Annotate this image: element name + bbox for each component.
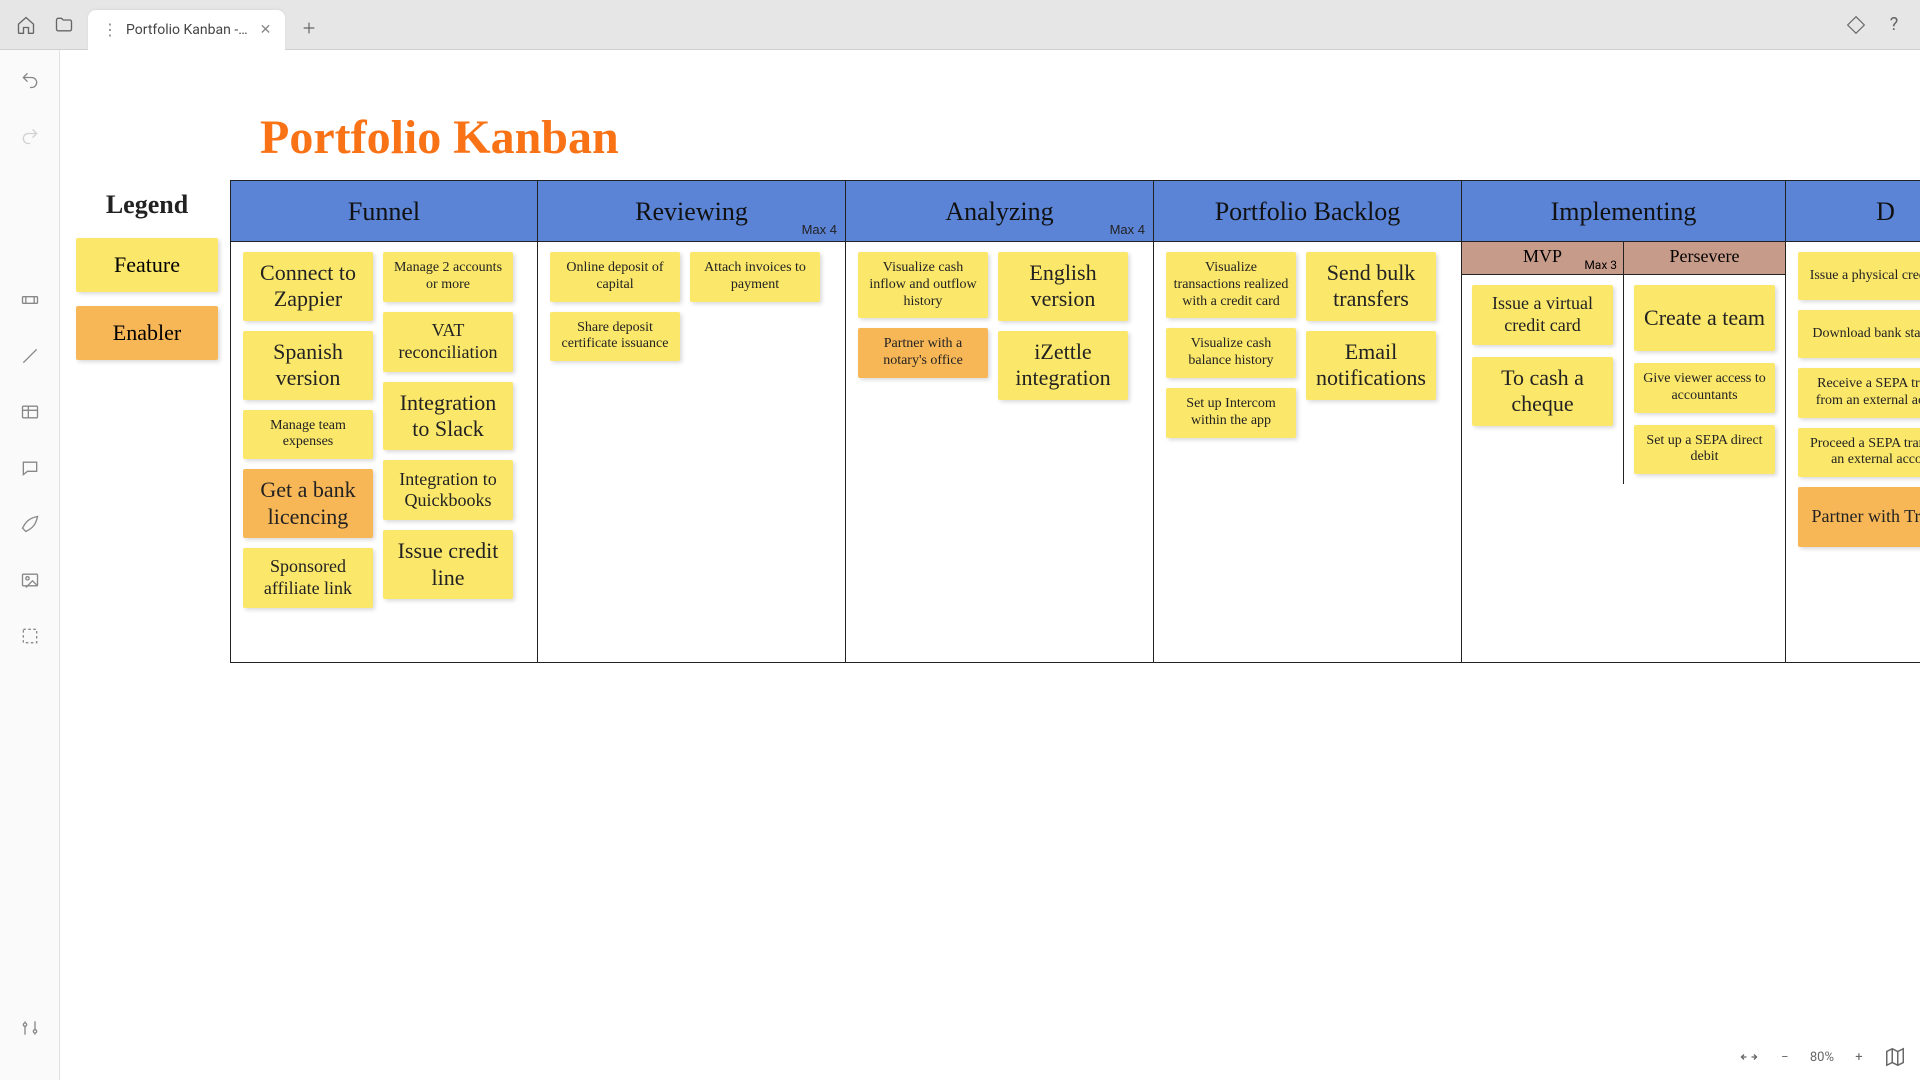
zoom-level[interactable]: 80% — [1810, 1050, 1834, 1065]
folder-icon[interactable] — [50, 11, 78, 39]
minimap-icon[interactable] — [1884, 1046, 1906, 1068]
legend-title: Legend — [76, 190, 218, 220]
column-body[interactable]: Issue a physical credit card Download ban… — [1786, 242, 1920, 662]
legend-feature[interactable]: Feature — [76, 238, 218, 292]
kanban-card[interactable]: Issue a physical credit card — [1798, 252, 1920, 300]
close-icon[interactable]: ✕ — [256, 22, 276, 38]
kanban-column: Portfolio Backlog Visualize transactions … — [1154, 180, 1462, 663]
kanban-card[interactable]: Partner with a notary's office — [858, 328, 988, 378]
text-tool-icon[interactable] — [16, 286, 44, 314]
kanban-card[interactable]: VAT reconciliation — [383, 312, 513, 372]
column-body[interactable]: Issue a virtual credit card To cash a che… — [1462, 275, 1785, 484]
comment-tool-icon[interactable] — [16, 454, 44, 482]
legend-enabler[interactable]: Enabler — [76, 306, 218, 360]
kanban-card[interactable]: Attach invoices to payment — [690, 252, 820, 302]
kanban-card[interactable]: Receive a SEPA transfer from an external… — [1798, 368, 1920, 418]
redo-icon[interactable] — [16, 122, 44, 150]
kanban-card[interactable]: Proceed a SEPA transfer to an external a… — [1798, 428, 1920, 478]
kanban-column: ReviewingMax 4 Online deposit of capital S… — [538, 180, 846, 663]
kanban-card[interactable]: English version — [998, 252, 1128, 321]
column-body[interactable]: Visualize transactions realized with a c… — [1154, 242, 1461, 662]
kanban-card[interactable]: Create a team — [1634, 285, 1775, 351]
kanban-card[interactable]: Online deposit of capital — [550, 252, 680, 302]
kanban-card[interactable]: Send bulk transfers — [1306, 252, 1436, 321]
column-body[interactable]: Online deposit of capital Share deposit c… — [538, 242, 845, 662]
canvas[interactable]: Portfolio Kanban Legend Feature Enabler … — [60, 50, 1920, 1080]
tab-menu-icon[interactable]: ⋮ — [102, 20, 118, 39]
kanban-card[interactable]: Set up a SEPA direct debit — [1634, 425, 1775, 475]
wip-limit: Max 4 — [802, 222, 837, 237]
diamond-icon[interactable] — [1842, 11, 1870, 39]
browser-tab[interactable]: ⋮ Portfolio Kanban -… ✕ — [88, 10, 285, 50]
kanban-card[interactable]: Set up Intercom within the app — [1166, 388, 1296, 438]
kanban-card[interactable]: Integration to Quickbooks — [383, 460, 513, 520]
home-icon[interactable] — [12, 11, 40, 39]
kanban-column-implementing: ImplementingMVPMax 3PersevereIssue a vir… — [1462, 180, 1786, 663]
column-body[interactable]: Visualize cash inflow and outflow histor… — [846, 242, 1153, 662]
kanban-card[interactable]: Issue credit line — [383, 530, 513, 599]
kanban-card[interactable]: Manage 2 accounts or more — [383, 252, 513, 302]
kanban-card[interactable]: Connect to Zappier — [243, 252, 373, 321]
kanban-card[interactable]: Share deposit certificate issuance — [550, 312, 680, 362]
column-body[interactable]: Connect to ZappierSpanish versionManage … — [231, 242, 537, 662]
sub-column-header: Persevere — [1623, 242, 1785, 274]
kanban-column: FunnelConnect to ZappierSpanish versionM… — [230, 180, 538, 663]
window-chrome: ⋮ Portfolio Kanban -… ✕ ? — [0, 0, 1920, 50]
column-header: Funnel — [231, 180, 537, 242]
image-tool-icon[interactable] — [16, 566, 44, 594]
column-header: AnalyzingMax 4 — [846, 180, 1153, 242]
column-header: Implementing — [1462, 180, 1785, 242]
board-title: Portfolio Kanban — [260, 110, 619, 165]
line-tool-icon[interactable] — [16, 342, 44, 370]
frame-tool-icon[interactable] — [16, 622, 44, 650]
legend-panel: Legend Feature Enabler — [60, 180, 230, 374]
kanban-card[interactable]: Partner with Treezor — [1798, 487, 1920, 547]
fit-width-icon[interactable] — [1738, 1046, 1760, 1068]
column-header: ReviewingMax 4 — [538, 180, 845, 242]
kanban-card[interactable]: Get a bank licencing — [243, 469, 373, 538]
kanban-card[interactable]: Issue a virtual credit card — [1472, 285, 1613, 345]
sub-column-header: MVPMax 3 — [1462, 242, 1623, 274]
undo-icon[interactable] — [16, 66, 44, 94]
zoom-out-button[interactable]: − — [1774, 1046, 1796, 1068]
settings-icon[interactable] — [16, 1014, 44, 1042]
kanban-card[interactable]: Give viewer access to accountants — [1634, 363, 1775, 413]
zoom-controls: − 80% + — [1738, 1046, 1906, 1068]
kanban-card[interactable]: Manage team expenses — [243, 410, 373, 460]
kanban-card[interactable]: Visualize transactions realized with a c… — [1166, 252, 1296, 318]
table-tool-icon[interactable] — [16, 398, 44, 426]
kanban-column-done: D Issue a physical credit card Download ba… — [1786, 180, 1920, 663]
kanban-card[interactable]: Email notifications — [1306, 331, 1436, 400]
kanban-card[interactable]: To cash a cheque — [1472, 357, 1613, 426]
kanban-board: Legend Feature Enabler Funnel Connect to … — [60, 180, 1920, 663]
wip-limit: Max 4 — [1110, 222, 1145, 237]
kanban-card[interactable]: Visualize cash inflow and outflow histor… — [858, 252, 988, 318]
kanban-card[interactable]: Spanish version — [243, 331, 373, 400]
kanban-card[interactable]: iZettle integration — [998, 331, 1128, 400]
pen-tool-icon[interactable] — [16, 510, 44, 538]
left-toolbar — [0, 50, 60, 1080]
kanban-card[interactable]: Visualize cash balance history — [1166, 328, 1296, 378]
kanban-card[interactable]: Sponsored affiliate link — [243, 548, 373, 608]
zoom-in-button[interactable]: + — [1848, 1046, 1870, 1068]
kanban-card[interactable]: Download bank statement — [1798, 310, 1920, 358]
column-header: D — [1786, 180, 1920, 242]
kanban-card[interactable]: Integration to Slack — [383, 382, 513, 451]
tab-title: Portfolio Kanban -… — [126, 22, 248, 38]
column-header: Portfolio Backlog — [1154, 180, 1461, 242]
wip-limit: Max 3 — [1584, 258, 1617, 272]
new-tab-button[interactable] — [295, 14, 323, 42]
help-icon[interactable]: ? — [1880, 11, 1908, 39]
kanban-column: AnalyzingMax 4 Visualize cash inflow and … — [846, 180, 1154, 663]
